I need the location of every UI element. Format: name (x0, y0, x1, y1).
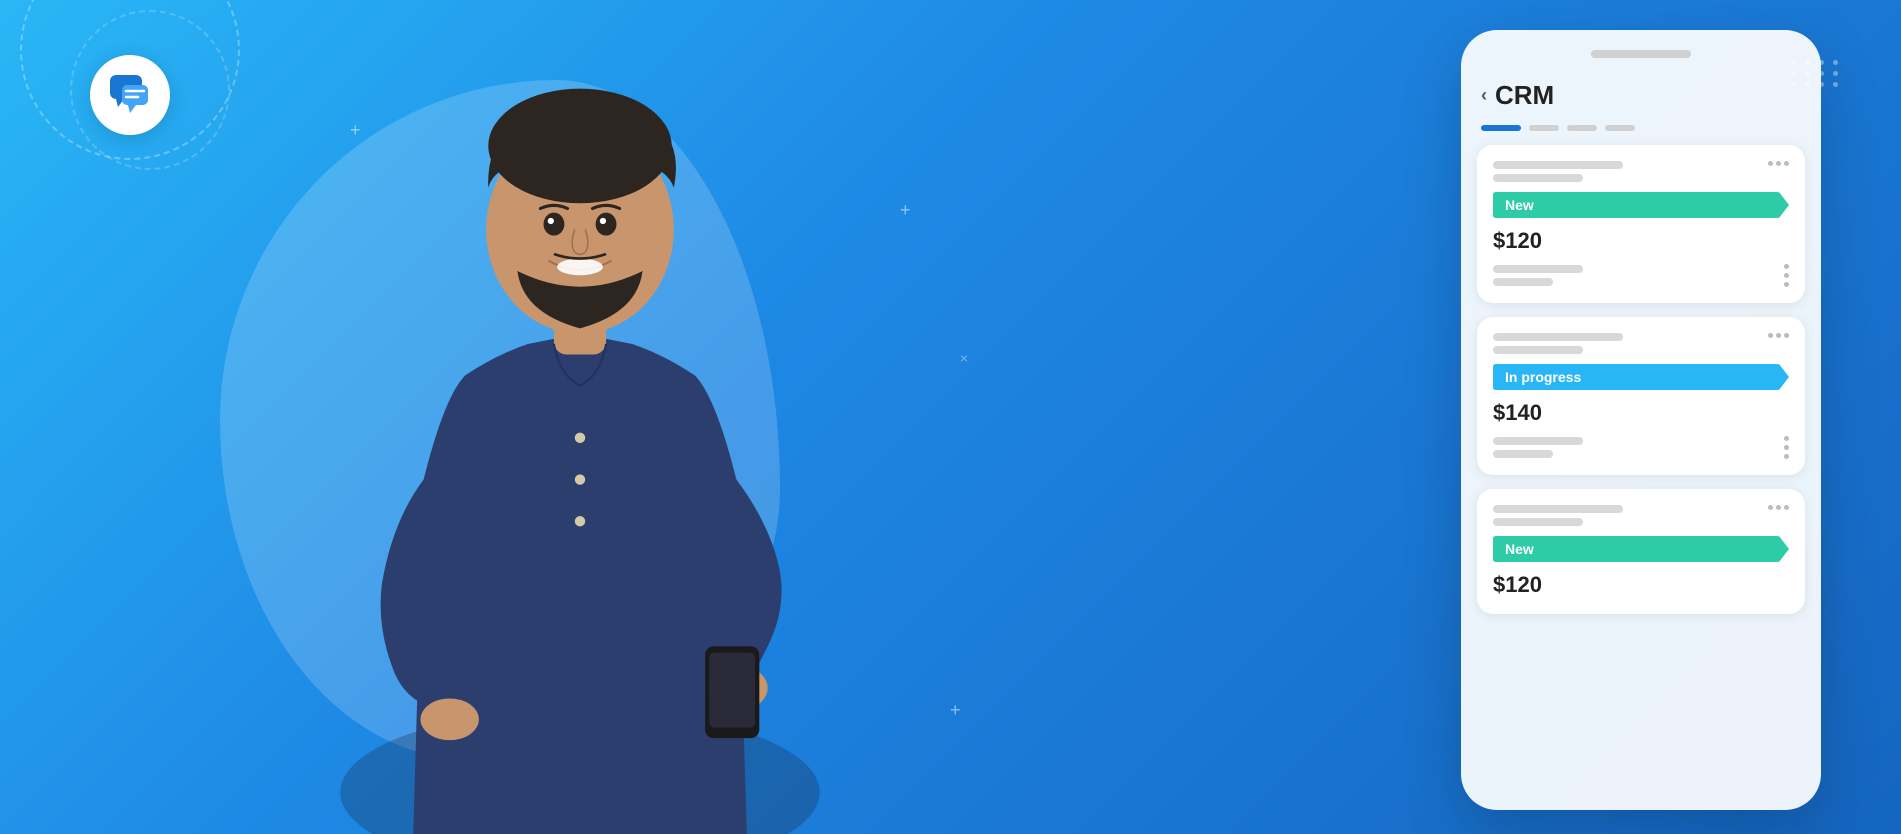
card-2-line-2 (1493, 346, 1583, 354)
card-1-footer-line-1 (1493, 265, 1583, 273)
card-1-footer-dot-3 (1784, 282, 1789, 287)
card-3-header (1493, 505, 1789, 526)
card-1-price: $120 (1493, 228, 1789, 254)
chat-bubble-icon (108, 73, 152, 118)
phone-ui-panel: ‹ CRM New $120 (1461, 30, 1821, 810)
card-2-footer-lines (1493, 437, 1583, 458)
crm-card-1: New $120 (1477, 145, 1805, 303)
card-1-footer-dot-2 (1784, 273, 1789, 278)
card-2-footer (1493, 436, 1789, 459)
card-2-menu[interactable] (1768, 333, 1789, 338)
phone-tab-2[interactable] (1529, 125, 1559, 131)
card-1-header (1493, 161, 1789, 182)
crm-card-2: In progress $140 (1477, 317, 1805, 475)
crm-card-3: New $120 (1477, 489, 1805, 614)
card-2-footer-dots (1784, 436, 1789, 459)
card-3-menu-dot-2 (1776, 505, 1781, 510)
logo-circle (90, 55, 170, 135)
phone-tab-3[interactable] (1567, 125, 1597, 131)
card-1-line-2 (1493, 174, 1583, 182)
phone-tab-1[interactable] (1481, 125, 1521, 131)
phone-crm-title: CRM (1495, 80, 1554, 111)
card-2-footer-line-1 (1493, 437, 1583, 445)
phone-header: ‹ CRM (1477, 80, 1805, 111)
card-3-line-1 (1493, 505, 1623, 513)
phone-tab-4[interactable] (1605, 125, 1635, 131)
card-2-status-badge: In progress (1493, 364, 1789, 390)
card-3-line-2 (1493, 518, 1583, 526)
background: + + + × × (0, 0, 1901, 834)
card-1-footer-dots (1784, 264, 1789, 287)
card-1-footer-dot-1 (1784, 264, 1789, 269)
card-3-title-lines (1493, 505, 1623, 526)
card-2-price: $140 (1493, 400, 1789, 426)
card-2-title-lines (1493, 333, 1623, 354)
card-1-footer-line-2 (1493, 278, 1553, 286)
card-3-menu[interactable] (1768, 505, 1789, 510)
card-2-header (1493, 333, 1789, 354)
card-2-footer-dot-3 (1784, 454, 1789, 459)
phone-notch (1591, 50, 1691, 58)
card-2-footer-dot-2 (1784, 445, 1789, 450)
card-2-menu-dot-2 (1776, 333, 1781, 338)
person-image (200, 0, 960, 834)
card-1-menu[interactable] (1768, 161, 1789, 166)
deco-x-1: × (960, 350, 968, 366)
card-2-menu-dot-3 (1784, 333, 1789, 338)
card-3-status-badge: New (1493, 536, 1789, 562)
card-1-menu-dot-2 (1776, 161, 1781, 166)
back-arrow-icon[interactable]: ‹ (1481, 85, 1487, 106)
card-1-menu-dot-3 (1784, 161, 1789, 166)
phone-tab-bar (1477, 125, 1805, 131)
card-2-line-1 (1493, 333, 1623, 341)
card-2-footer-dot-1 (1784, 436, 1789, 441)
card-2-menu-dot-1 (1768, 333, 1773, 338)
card-1-title-lines (1493, 161, 1623, 182)
card-1-menu-dot-1 (1768, 161, 1773, 166)
card-1-footer (1493, 264, 1789, 287)
card-1-status-badge: New (1493, 192, 1789, 218)
card-1-footer-lines (1493, 265, 1583, 286)
card-3-menu-dot-3 (1784, 505, 1789, 510)
card-3-menu-dot-1 (1768, 505, 1773, 510)
card-2-footer-line-2 (1493, 450, 1553, 458)
card-1-line-1 (1493, 161, 1623, 169)
card-3-price: $120 (1493, 572, 1789, 598)
